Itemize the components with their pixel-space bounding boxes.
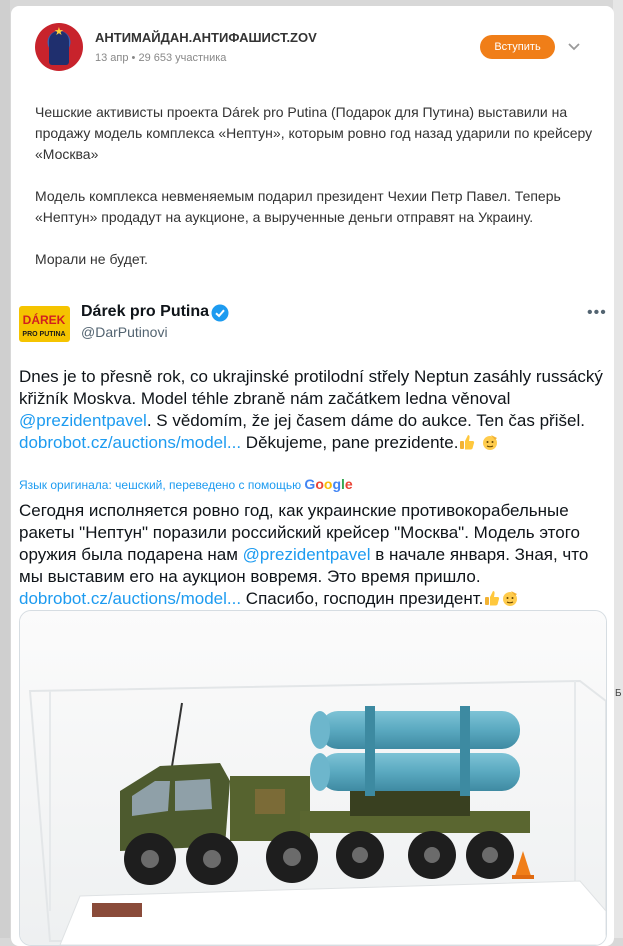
tweet-author-handle[interactable]: @DarPutinovi	[81, 324, 168, 340]
star-icon: ★	[54, 26, 64, 38]
verified-badge-icon	[211, 304, 229, 322]
join-button[interactable]: Вступить	[480, 35, 555, 59]
google-logo: Google	[304, 476, 353, 492]
salute-emoji	[503, 591, 518, 606]
translation-note[interactable]: Язык оригинала: чешский, переведено с по…	[19, 476, 353, 492]
left-page-edge	[0, 0, 10, 938]
post-paragraph: Чешские активисты проекта Dárek pro Puti…	[35, 104, 593, 162]
tweet-translated-text: Сегодня исполняется ровно год, как украи…	[19, 501, 589, 608]
svg-text:DÁREK: DÁREK	[23, 312, 66, 327]
mention-link[interactable]: @prezidentpavel	[19, 411, 147, 430]
auction-link[interactable]: dobrobot.cz/auctions/model...	[19, 589, 241, 608]
group-name[interactable]: АНТИМАЙДАН.АНТИФАШИСТ.ZOV	[95, 30, 317, 45]
neptune-model-photo	[20, 611, 606, 945]
more-options-icon[interactable]: •••	[587, 304, 607, 322]
post-card: ★ АНТИМАЙДАН.АНТИФАШИСТ.ZOV 13 апр • 29 …	[11, 6, 614, 946]
post-paragraph: Морали не будет.	[35, 251, 148, 267]
salute-emoji	[483, 435, 498, 450]
darek-pro-putina-logo: DÁREK PRO PUTINA	[19, 306, 70, 342]
chevron-down-icon[interactable]	[567, 39, 581, 53]
group-meta: 13 апр • 29 653 участника	[95, 52, 227, 64]
tweet-photo[interactable]	[19, 610, 607, 946]
post-paragraph: Модель комплекса невменяемым подарил пре…	[35, 188, 561, 225]
svg-text:PRO PUTINA: PRO PUTINA	[22, 331, 65, 338]
thumbs-up-emoji	[485, 591, 500, 606]
tweet-original-text: Dnes je to přesně rok, co ukrajinské pro…	[19, 367, 603, 452]
right-page-edge	[613, 0, 623, 938]
tweet-author-name[interactable]: Dárek pro Putina	[81, 303, 209, 321]
thumbs-up-emoji	[460, 435, 475, 450]
right-edge-label: Б	[615, 688, 622, 699]
group-avatar[interactable]: ★	[35, 23, 83, 71]
mention-link[interactable]: @prezidentpavel	[243, 545, 371, 564]
auction-link[interactable]: dobrobot.cz/auctions/model...	[19, 433, 241, 452]
post-text: Чешские активисты проекта Dárek pro Puti…	[35, 102, 595, 270]
